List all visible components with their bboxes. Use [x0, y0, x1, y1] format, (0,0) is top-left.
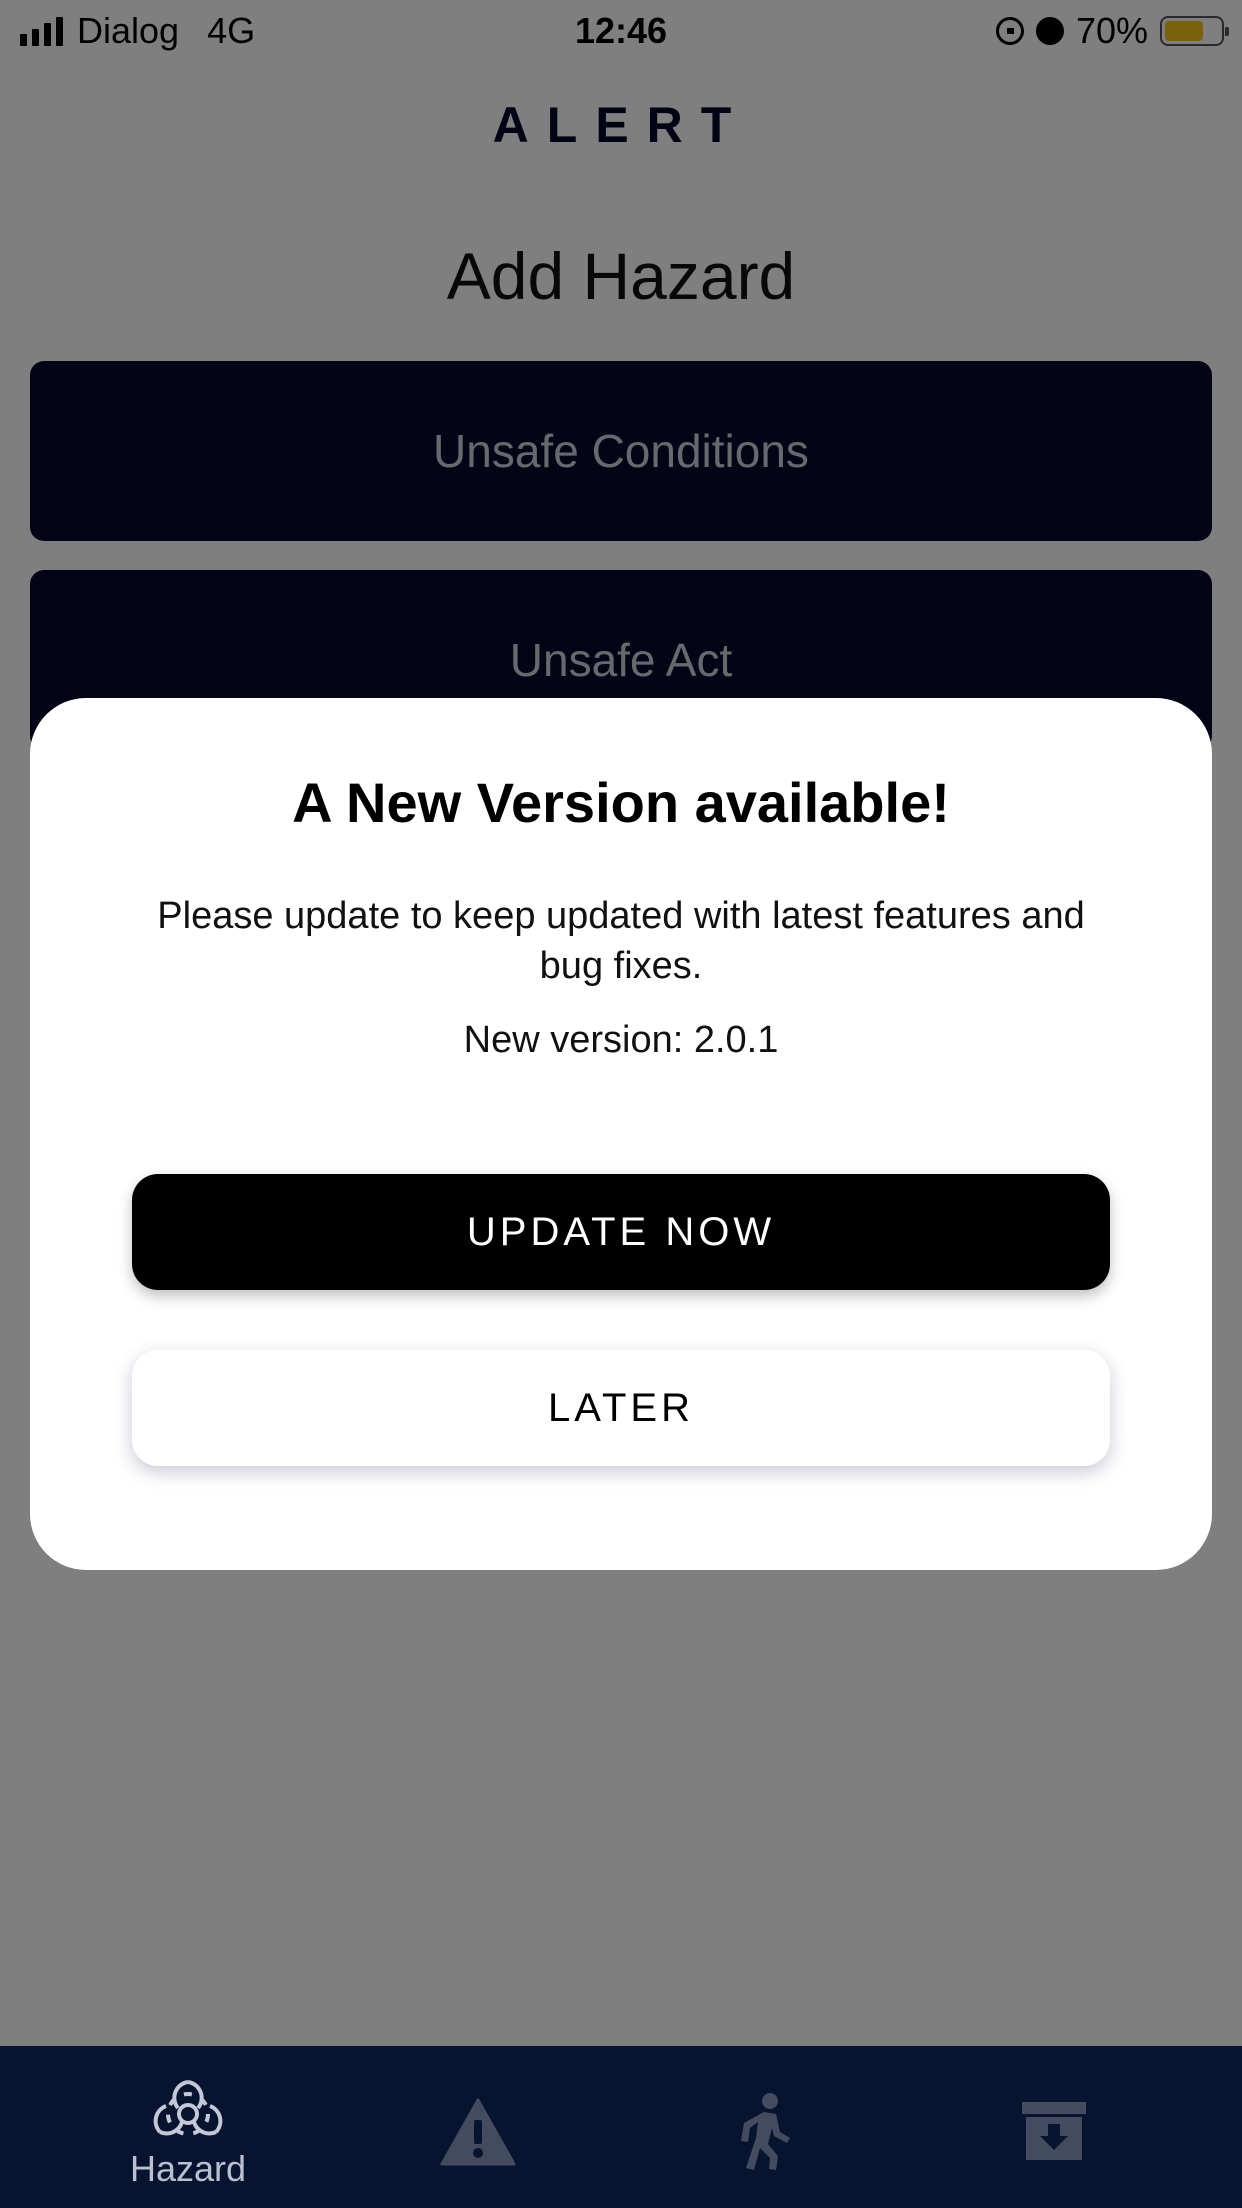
tab-archive[interactable]	[904, 2046, 1204, 2208]
dialog-message: Please update to keep updated with lates…	[157, 895, 1085, 987]
dialog-title: A New Version available!	[292, 771, 950, 834]
biohazard-icon	[153, 2080, 223, 2136]
archive-download-icon	[1022, 2102, 1086, 2160]
update-now-button[interactable]: UPDATE NOW	[132, 1174, 1110, 1290]
update-dialog: A New Version available! Please update t…	[30, 698, 1212, 1570]
later-button[interactable]: LATER	[132, 1350, 1110, 1466]
warning-icon	[440, 2098, 516, 2166]
tab-warning[interactable]	[328, 2046, 628, 2208]
tab-walking[interactable]	[616, 2046, 916, 2208]
tab-hazard[interactable]: Hazard	[38, 2046, 338, 2208]
walking-person-icon	[741, 2093, 790, 2170]
dialog-version-text: New version: 2.0.1	[463, 1019, 779, 1061]
tab-hazard-label: Hazard	[129, 2148, 247, 2189]
tab-bar: Hazard	[0, 2046, 1242, 2208]
